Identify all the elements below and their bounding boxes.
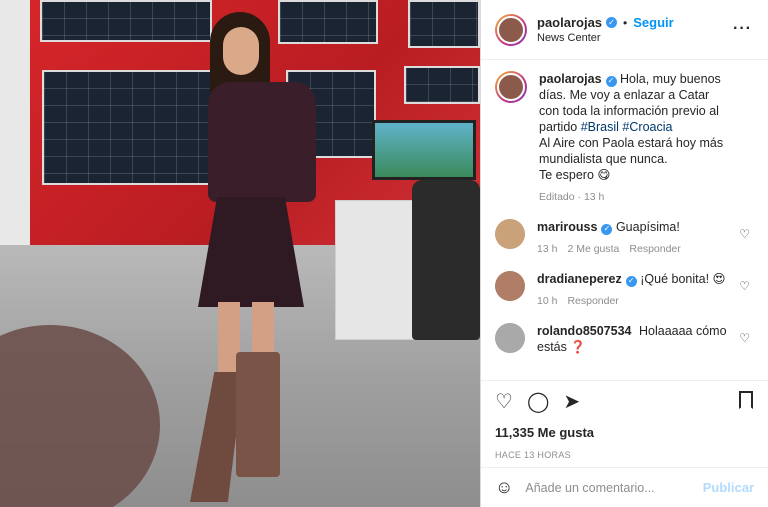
video-wall-screen	[408, 0, 480, 48]
username-link[interactable]: paolarojas	[537, 15, 602, 30]
share-paper-plane-icon[interactable]: ➤	[563, 392, 580, 412]
video-wall-screen	[404, 66, 480, 104]
like-comment-heart-icon[interactable]: ♡	[739, 331, 750, 345]
post-timestamp: HACE 13 HORAS	[495, 450, 571, 460]
comment-item: rolando8507534 Holaaaaa cómo estás ❓ ♡	[495, 323, 754, 355]
comment-item: marirouss ✓ Guapísima! 13 h 2 Me gusta Re…	[495, 219, 754, 255]
verified-badge-icon: ✓	[625, 275, 637, 287]
avatar[interactable]	[495, 13, 527, 46]
follow-button[interactable]: Seguir	[633, 15, 673, 30]
avatar[interactable]	[495, 323, 525, 353]
reply-button[interactable]: Responder	[629, 243, 680, 255]
presenter-figure	[190, 12, 330, 502]
post-comment-button[interactable]: Publicar	[703, 480, 754, 495]
likes-count[interactable]: 11,335 Me gusta	[495, 425, 754, 440]
hashtag-link[interactable]: #Croacia	[622, 120, 672, 134]
comments-list[interactable]: paolarojas ✓ Hola, muy buenos días. Me vo…	[481, 61, 768, 379]
emoji-picker-icon[interactable]: ☺	[495, 477, 513, 498]
comment-time[interactable]: 13 h	[537, 243, 557, 255]
verified-badge-icon: ✓	[601, 223, 613, 235]
like-comment-heart-icon[interactable]: ♡	[739, 227, 750, 241]
caption-text: Al Aire con Paola estará hoy más mundial…	[539, 136, 724, 166]
comment-text: ¡Qué bonita! 😍	[640, 272, 726, 286]
avatar[interactable]	[495, 271, 525, 301]
caption-username[interactable]: paolarojas	[539, 72, 602, 86]
video-wall-screen	[40, 0, 212, 42]
comment-username[interactable]: rolando8507534	[537, 324, 632, 338]
caption: paolarojas ✓ Hola, muy buenos días. Me vo…	[495, 71, 754, 203]
comment-bubble-icon[interactable]: ◯	[527, 392, 549, 412]
separator-dot: •	[623, 15, 628, 30]
comment-item: dradianeperez ✓ ¡Qué bonita! 😍 10 h Respo…	[495, 271, 754, 307]
studio-pillar	[0, 0, 30, 260]
caption-text: Te espero 😋	[539, 168, 611, 182]
more-options-icon[interactable]: ···	[733, 20, 752, 38]
hashtag-link[interactable]: #Brasil	[581, 120, 619, 134]
video-wall-screen	[42, 70, 212, 185]
post-photo[interactable]	[0, 0, 480, 507]
comment-time[interactable]: 10 h	[537, 295, 557, 307]
add-comment-bar: ☺ Publicar	[481, 467, 768, 507]
avatar[interactable]	[495, 219, 525, 249]
comment-likes[interactable]: 2 Me gusta	[567, 243, 619, 255]
verified-badge-icon: ✓	[606, 17, 618, 28]
comment-username[interactable]: marirouss	[537, 220, 597, 234]
heart-icon[interactable]: ♡	[495, 392, 513, 412]
office-chair	[412, 180, 480, 340]
like-comment-heart-icon[interactable]: ♡	[739, 279, 750, 293]
post-header: paolarojas ✓ • Seguir News Center ···	[481, 0, 768, 60]
comment-text: Guapísima!	[615, 220, 680, 234]
reply-button[interactable]: Responder	[567, 295, 618, 307]
caption-meta: Editado · 13 h	[539, 191, 605, 203]
post-side-panel: paolarojas ✓ • Seguir News Center ··· pa…	[480, 0, 768, 507]
location-link[interactable]: News Center	[537, 32, 674, 44]
desk-monitor	[372, 120, 476, 180]
header-text: paolarojas ✓ • Seguir News Center	[537, 15, 674, 44]
comment-username[interactable]: dradianeperez	[537, 272, 622, 286]
avatar[interactable]	[495, 71, 527, 103]
bookmark-icon[interactable]	[738, 391, 754, 411]
verified-badge-icon: ✓	[605, 75, 617, 87]
instagram-post-modal: paolarojas ✓ • Seguir News Center ··· pa…	[0, 0, 768, 507]
comment-input[interactable]	[525, 480, 703, 495]
post-actions: ♡ ◯ ➤ 11,335 Me gusta HACE 13 HORAS	[481, 380, 768, 460]
